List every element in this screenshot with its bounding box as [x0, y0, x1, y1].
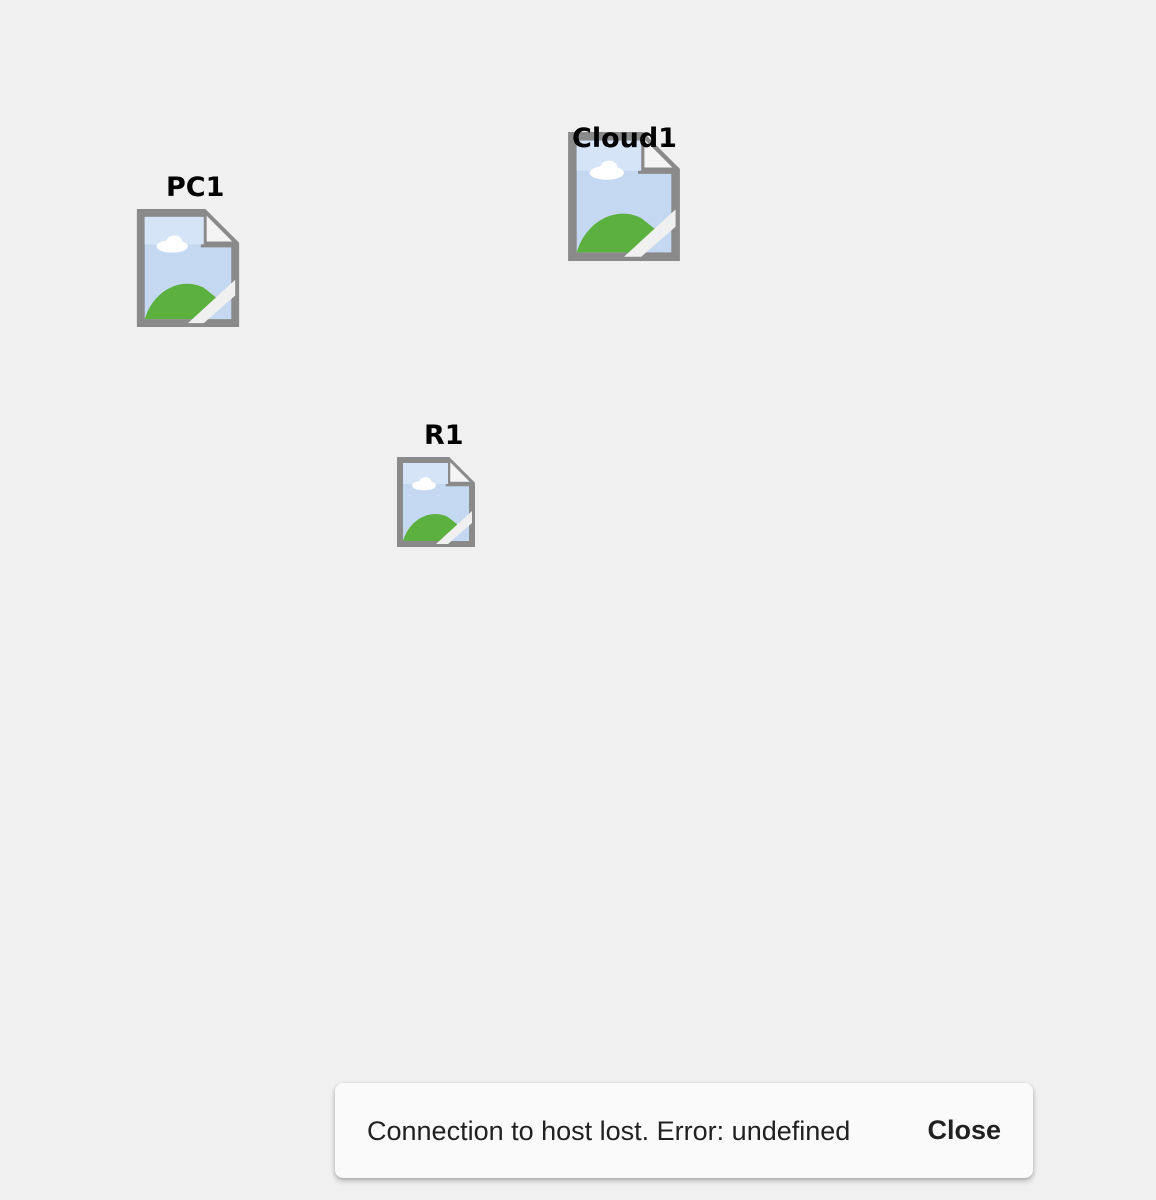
node-label: PC1 [166, 172, 225, 203]
node-label: R1 [424, 420, 464, 451]
snackbar-message: Connection to host lost. Error: undefine… [367, 1116, 851, 1146]
broken-image-icon [396, 457, 476, 547]
broken-image-icon [136, 209, 240, 327]
node-r1[interactable]: R1 [396, 418, 476, 547]
close-button[interactable]: Close [911, 1108, 1017, 1152]
node-label: Cloud1 [572, 123, 677, 154]
node-pc1[interactable]: PC1 [136, 170, 240, 327]
topology-canvas[interactable]: PC1 Cloud1 R1 Connection to host lost. E… [0, 0, 1156, 1200]
node-cloud1[interactable]: Cloud1 [567, 122, 681, 261]
error-snackbar: Connection to host lost. Error: undefine… [335, 1083, 1033, 1178]
